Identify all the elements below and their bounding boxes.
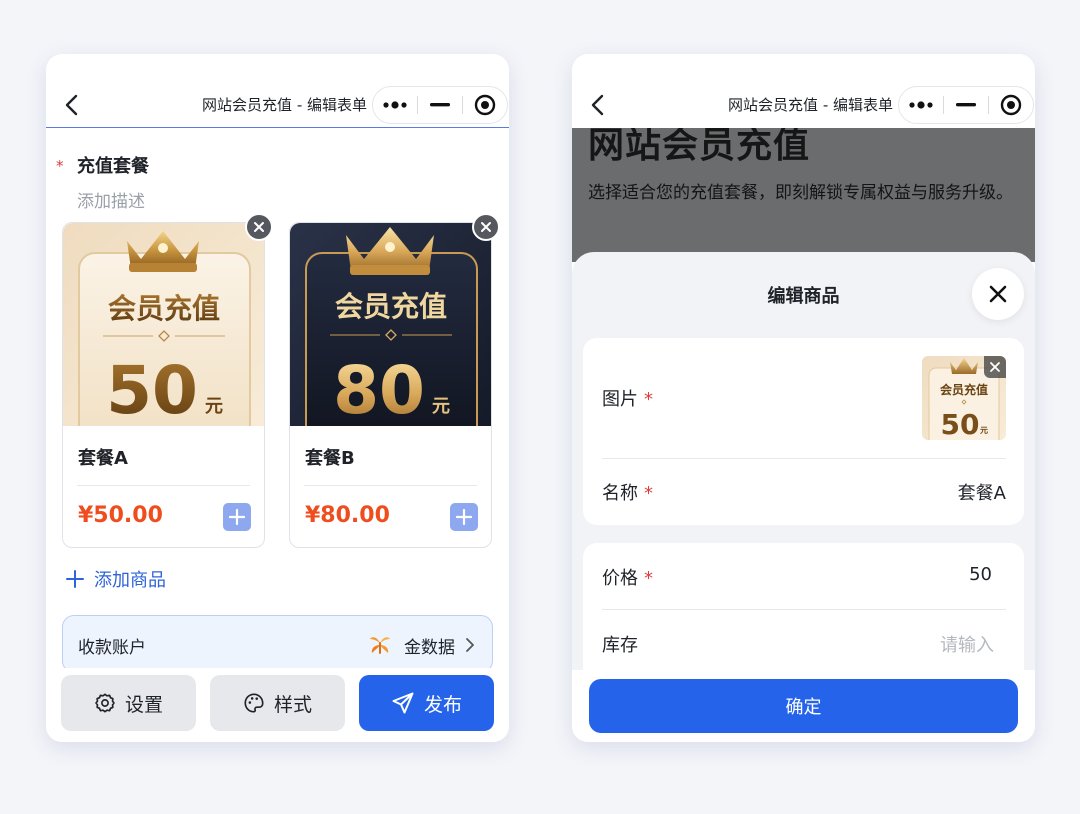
title-bar: 网站会员充值 - 编辑表单 <box>46 82 509 128</box>
package-name: 套餐B <box>305 448 355 469</box>
package-image: 会员充值 50 元 <box>63 223 264 426</box>
publish-label: 发布 <box>423 693 462 716</box>
background-page-overlay: 网站会员充值 选择适合您的充值套餐，即刻解锁专属权益与服务升级。 <box>572 128 1035 262</box>
stock-input[interactable]: 请输入 <box>940 631 994 657</box>
send-icon <box>392 692 414 714</box>
price-input[interactable]: 50 <box>969 564 992 585</box>
settings-button[interactable]: 设置 <box>61 675 196 731</box>
image-label: 图片 * <box>602 389 653 410</box>
account-label: 收款账户 <box>78 638 146 658</box>
edit-goods-sheet: 编辑商品 图片 * 会员充值 50 元 名称 * 套餐A 价格 * 50 库存 … <box>572 252 1035 742</box>
add-to-cart-icon[interactable] <box>450 503 478 531</box>
background-page-text: 选择适合您的充值套餐，即刻解锁专属权益与服务升级。 <box>588 183 1013 203</box>
package-image-heading: 会员充值 <box>335 290 447 323</box>
stock-label: 库存 <box>602 635 638 656</box>
close-target-icon[interactable] <box>989 87 1033 123</box>
package-image-unit: 元 <box>432 396 450 417</box>
title-bar: 网站会员充值 - 编辑表单 <box>572 82 1035 128</box>
style-button[interactable]: 样式 <box>210 675 345 731</box>
name-label: 名称 * <box>602 483 653 504</box>
back-icon[interactable] <box>56 89 88 121</box>
bottom-toolbar: 设置 样式 发布 <box>46 668 509 742</box>
thumbnail-heading: 会员充值 <box>940 382 988 397</box>
page-title: 网站会员充值 - 编辑表单 <box>728 96 893 114</box>
package-image-unit: 元 <box>205 396 223 417</box>
package-name: 套餐A <box>78 448 128 469</box>
package-image-amount: 80 <box>333 352 425 426</box>
remove-image-icon[interactable] <box>984 356 1006 378</box>
back-icon[interactable] <box>582 89 614 121</box>
confirm-bar: 确定 <box>572 670 1035 742</box>
settings-label: 设置 <box>124 693 163 716</box>
required-mark: * <box>56 157 64 175</box>
jinshuju-logo-icon <box>370 637 390 654</box>
package-image: 会员充值 80 元 <box>290 223 491 426</box>
mini-program-capsule <box>372 86 508 124</box>
chevron-right-icon <box>466 638 474 652</box>
thumbnail-amount: 50 <box>941 408 980 440</box>
gear-icon <box>95 693 115 713</box>
section-description[interactable]: 添加描述 <box>77 187 145 212</box>
goods-price-card: 价格 * 50 库存 请输入 <box>583 543 1024 683</box>
package-image-heading: 会员充值 <box>108 292 220 325</box>
page-title: 网站会员充值 - 编辑表单 <box>202 96 367 114</box>
close-target-icon[interactable] <box>463 87 507 123</box>
package-price: ¥50.00 <box>78 503 163 528</box>
minimize-icon[interactable] <box>418 87 462 123</box>
mini-program-capsule <box>898 86 1034 124</box>
delete-icon[interactable] <box>245 213 273 241</box>
add-to-cart-icon[interactable] <box>223 503 251 531</box>
delete-icon[interactable] <box>472 213 500 241</box>
account-value: 金数据 <box>404 638 455 658</box>
form-editor-screen: 网站会员充值 - 编辑表单 * 充值套餐 添加描述 会员充值 50 元 套餐A … <box>46 54 509 742</box>
package-price: ¥80.00 <box>305 503 390 528</box>
palette-icon <box>244 693 264 713</box>
price-label: 价格 * <box>602 568 653 589</box>
minimize-icon[interactable] <box>944 87 988 123</box>
name-input[interactable]: 套餐A <box>958 479 1006 505</box>
plus-icon <box>66 570 84 588</box>
package-card[interactable]: 会员充值 80 元 套餐B ¥80.00 <box>289 213 500 548</box>
style-label: 样式 <box>273 693 312 716</box>
package-image-amount: 50 <box>106 352 198 426</box>
add-goods-button[interactable]: 添加商品 <box>66 564 166 594</box>
sheet-title: 编辑商品 <box>767 286 840 307</box>
section-title: 充值套餐 <box>77 156 149 177</box>
edit-goods-screen: 网站会员充值 - 编辑表单 网站会员充值 选择适合您的充值套餐，即刻解锁专属权益… <box>572 54 1035 742</box>
package-card[interactable]: 会员充值 50 元 套餐A ¥50.00 <box>62 213 273 548</box>
more-icon[interactable] <box>373 87 417 123</box>
add-goods-label: 添加商品 <box>94 570 166 591</box>
payment-account-row[interactable]: 收款账户 金数据 <box>62 615 493 673</box>
close-button[interactable] <box>972 268 1024 320</box>
close-icon <box>989 285 1007 303</box>
background-page-title: 网站会员充值 <box>588 128 811 166</box>
thumbnail-unit: 元 <box>980 426 988 435</box>
publish-button[interactable]: 发布 <box>359 675 494 731</box>
more-icon[interactable] <box>899 87 943 123</box>
goods-info-card: 图片 * 会员充值 50 元 名称 * 套餐A <box>583 338 1024 525</box>
confirm-button[interactable]: 确定 <box>589 679 1018 733</box>
